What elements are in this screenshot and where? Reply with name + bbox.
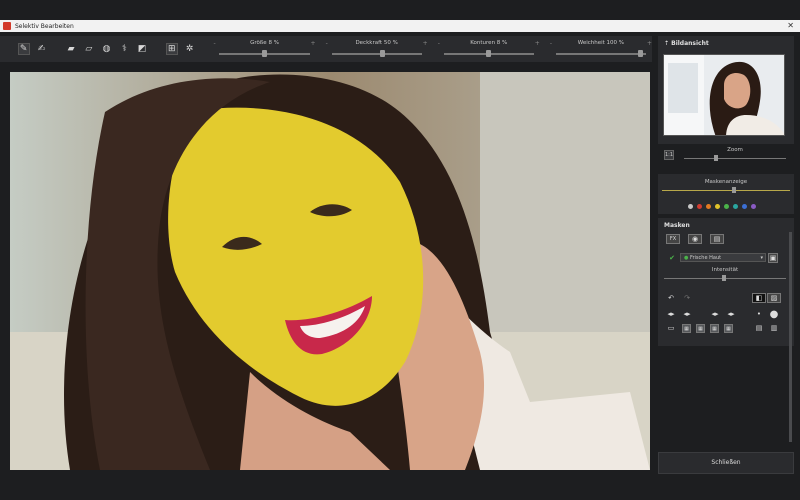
mask-color-dot[interactable]	[724, 204, 729, 209]
gradient-icon[interactable]: ◩	[136, 43, 148, 55]
close-apply-button[interactable]: Schließen	[658, 452, 794, 474]
fx-button[interactable]: FX	[666, 234, 680, 244]
auto-select-icon[interactable]: ✲	[184, 43, 196, 55]
contours-slider[interactable]: - Konturen 8 % +	[438, 38, 540, 60]
mask-option-3-button[interactable]: ▦	[710, 324, 719, 333]
zoom-knob[interactable]	[714, 155, 718, 161]
harden-mask-icon[interactable]: ◂▸	[724, 309, 738, 319]
mask-color-dot[interactable]	[751, 204, 756, 209]
intensity-slider[interactable]: Intensität	[660, 266, 790, 286]
small-dot-icon[interactable]: •	[752, 309, 766, 319]
strength-slider[interactable]: - Deckkraft 50 % +	[326, 38, 428, 60]
zoom-track[interactable]	[684, 158, 786, 159]
close-icon[interactable]: ✕	[787, 21, 794, 30]
mask-display-label: Maskenanzeige	[704, 179, 748, 185]
intensity-knob[interactable]	[722, 275, 726, 281]
soften-mask-icon[interactable]: ◂▸	[708, 309, 722, 319]
mask-select-value: Frische Haut	[689, 255, 722, 261]
masks-title: Masken	[664, 222, 690, 229]
contours-label: Konturen 8 %	[470, 40, 508, 46]
mask-layer-icon[interactable]: ▤	[710, 234, 724, 244]
eraser-icon[interactable]: ▰	[65, 43, 77, 55]
mask-option-4-button[interactable]: ▦	[724, 324, 733, 333]
chevron-down-icon: ▾	[760, 255, 763, 261]
invert-mask-icon[interactable]: ◧	[752, 293, 766, 303]
mask-enabled-check-icon[interactable]: ✔	[665, 253, 679, 263]
desktop-background	[0, 0, 800, 20]
size-increase-button[interactable]: +	[311, 40, 316, 47]
slider-track[interactable]	[331, 53, 422, 55]
softness-increase-button[interactable]: +	[647, 40, 652, 47]
preview-title-text: Bildansicht	[671, 40, 709, 47]
mask-color-dot[interactable]	[733, 204, 738, 209]
preview-panel: ⇡ Bildansicht 1:1 Zoom	[658, 36, 794, 161]
mask-display-knob[interactable]	[732, 187, 736, 193]
mask-color-dot[interactable]	[697, 204, 702, 209]
undo-icon[interactable]: ↶	[664, 293, 678, 303]
large-dot-icon[interactable]: ●	[767, 309, 781, 320]
window-title: Selektiv Bearbeiten	[15, 22, 74, 30]
photo-with-mask	[10, 72, 650, 470]
strength-label: Deckkraft 50 %	[355, 40, 398, 46]
mask-option-1-button[interactable]: ▦	[682, 324, 691, 333]
zoom-slider[interactable]: Zoom	[680, 146, 790, 166]
size-slider[interactable]: - Größe 8 % +	[213, 38, 316, 60]
size-label: Größe 8 %	[250, 40, 279, 46]
slider-knob[interactable]	[485, 50, 491, 57]
window-titlebar: Selektiv Bearbeiten ✕	[0, 20, 800, 32]
thumbnail-image	[664, 55, 784, 135]
strength-increase-button[interactable]: +	[423, 40, 428, 47]
mask-color-dot[interactable]	[742, 204, 747, 209]
mask-color-swatch: ●	[684, 255, 689, 261]
image-canvas[interactable]	[10, 72, 650, 470]
zoom-label: Zoom	[727, 147, 743, 153]
slider-knob[interactable]	[380, 50, 386, 57]
mask-color-dot[interactable]	[715, 204, 720, 209]
new-mask-icon[interactable]: ▭	[664, 323, 678, 333]
slider-knob[interactable]	[638, 50, 644, 57]
mask-display-slider[interactable]: Maskenanzeige	[658, 178, 794, 198]
load-mask-icon[interactable]: ▤	[752, 323, 766, 333]
intensity-label: Intensität	[711, 267, 739, 273]
smart-eraser-icon[interactable]: ▱	[83, 43, 95, 55]
softness-label: Weichheit 100 %	[577, 40, 625, 46]
save-mask-icon[interactable]: ▥	[767, 323, 781, 333]
fit-view-button[interactable]: 1:1	[664, 150, 674, 160]
preview-title: ⇡ Bildansicht	[664, 40, 709, 47]
eye-icon[interactable]: ◉	[688, 234, 702, 244]
softness-slider[interactable]: - Weichheit 100 % +	[550, 38, 652, 60]
bottom-bar	[0, 478, 800, 500]
brush-icon[interactable]: ✎	[17, 43, 30, 55]
preview-thumbnail[interactable]	[663, 54, 785, 136]
mask-option-2-button[interactable]: ▦	[696, 324, 705, 333]
mask-color-dot[interactable]	[706, 204, 711, 209]
mask-settings-icon[interactable]: ▣	[768, 253, 778, 263]
mask-select[interactable]: ● Frische Haut ▾	[680, 253, 766, 262]
contours-increase-button[interactable]: +	[535, 40, 540, 47]
toolbar: ✎ ✍ ▰ ▱ ◍ ⚕ ◩ ⊞ ✲ - Größe 8 % + - Deckkr…	[0, 36, 652, 62]
zoom-row: 1:1 Zoom	[662, 146, 790, 168]
fill-icon[interactable]: ◍	[101, 43, 113, 55]
smart-brush-icon[interactable]: ✍	[36, 43, 48, 55]
app-icon	[3, 22, 11, 30]
redo-icon[interactable]: ↷	[680, 293, 694, 303]
mask-display-track[interactable]	[662, 190, 790, 191]
mask-color-dot[interactable]	[688, 204, 693, 209]
grow-mask-icon[interactable]: ◂▸	[680, 309, 694, 319]
slider-track[interactable]	[555, 53, 646, 55]
shrink-mask-icon[interactable]: ◂▸	[664, 309, 678, 319]
masks-scrollbar[interactable]	[789, 232, 792, 442]
auto-mask-icon[interactable]: ⊞	[165, 43, 178, 55]
mask-fill-icon[interactable]: ▨	[767, 293, 781, 303]
magic-wand-icon[interactable]: ⚕	[119, 43, 131, 55]
mask-color-picker	[688, 204, 756, 209]
slider-knob[interactable]	[261, 50, 267, 57]
